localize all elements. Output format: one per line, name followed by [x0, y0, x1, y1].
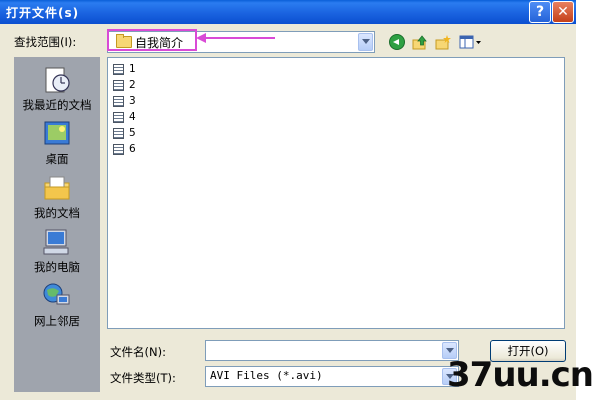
window-title: 打开文件(s) [6, 6, 80, 20]
place-label: 网上邻居 [34, 314, 80, 328]
file-name: 3 [129, 95, 136, 107]
help-button[interactable]: ? [529, 1, 551, 23]
filename-label: 文件名(N): [110, 345, 166, 359]
video-file-icon [113, 128, 124, 139]
place-label: 我的文档 [34, 206, 80, 220]
video-file-icon [113, 112, 124, 123]
filetype-label: 文件类型(T): [110, 371, 176, 385]
file-name: 4 [129, 111, 136, 123]
chevron-down-icon[interactable] [358, 33, 373, 51]
up-folder-icon[interactable] [412, 34, 428, 50]
place-recent-documents[interactable]: 我最近的文档 [14, 63, 100, 115]
video-file-icon [113, 96, 124, 107]
file-list[interactable]: 1 2 3 4 5 6 [107, 57, 565, 329]
annotation-arrow-head [196, 33, 206, 43]
title-bar[interactable]: 打开文件(s) ? ✕ [0, 0, 576, 24]
look-in-label: 查找范围(I): [14, 35, 77, 49]
annotation-arrow-shaft [205, 37, 275, 39]
file-name: 6 [129, 143, 136, 155]
place-label: 我最近的文档 [22, 98, 92, 112]
filename-input[interactable] [205, 340, 459, 361]
file-name: 1 [129, 63, 136, 75]
place-label: 我的电脑 [34, 260, 80, 274]
network-places-icon [43, 283, 70, 305]
my-computer-icon [43, 229, 69, 255]
my-documents-icon [44, 176, 70, 200]
place-desktop[interactable]: 桌面 [14, 117, 100, 169]
back-icon[interactable] [389, 34, 405, 50]
file-name: 2 [129, 79, 136, 91]
filetype-dropdown[interactable]: AVI Files (*.avi) [205, 366, 459, 387]
place-network[interactable]: 网上邻居 [14, 279, 100, 331]
video-file-icon [113, 64, 124, 75]
filetype-value: AVI Files (*.avi) [210, 369, 323, 382]
views-menu-icon[interactable] [459, 34, 483, 50]
open-file-dialog: 打开文件(s) ? ✕ 查找范围(I): 自我简介 我最近的文档 桌面 我的文档… [0, 0, 576, 400]
desktop-icon [44, 121, 70, 145]
place-label: 桌面 [45, 152, 69, 166]
file-name: 5 [129, 127, 136, 139]
video-file-icon [113, 144, 124, 155]
watermark-text: 37uu.cn [447, 355, 594, 395]
place-my-documents[interactable]: 我的文档 [14, 171, 100, 223]
recent-documents-icon [45, 67, 70, 93]
video-file-icon [113, 80, 124, 91]
place-my-computer[interactable]: 我的电脑 [14, 225, 100, 277]
new-folder-icon[interactable] [435, 34, 451, 50]
close-button[interactable]: ✕ [552, 1, 574, 23]
places-bar: 我最近的文档 桌面 我的文档 我的电脑 网上邻居 [14, 57, 100, 392]
highlight-box [107, 29, 197, 51]
